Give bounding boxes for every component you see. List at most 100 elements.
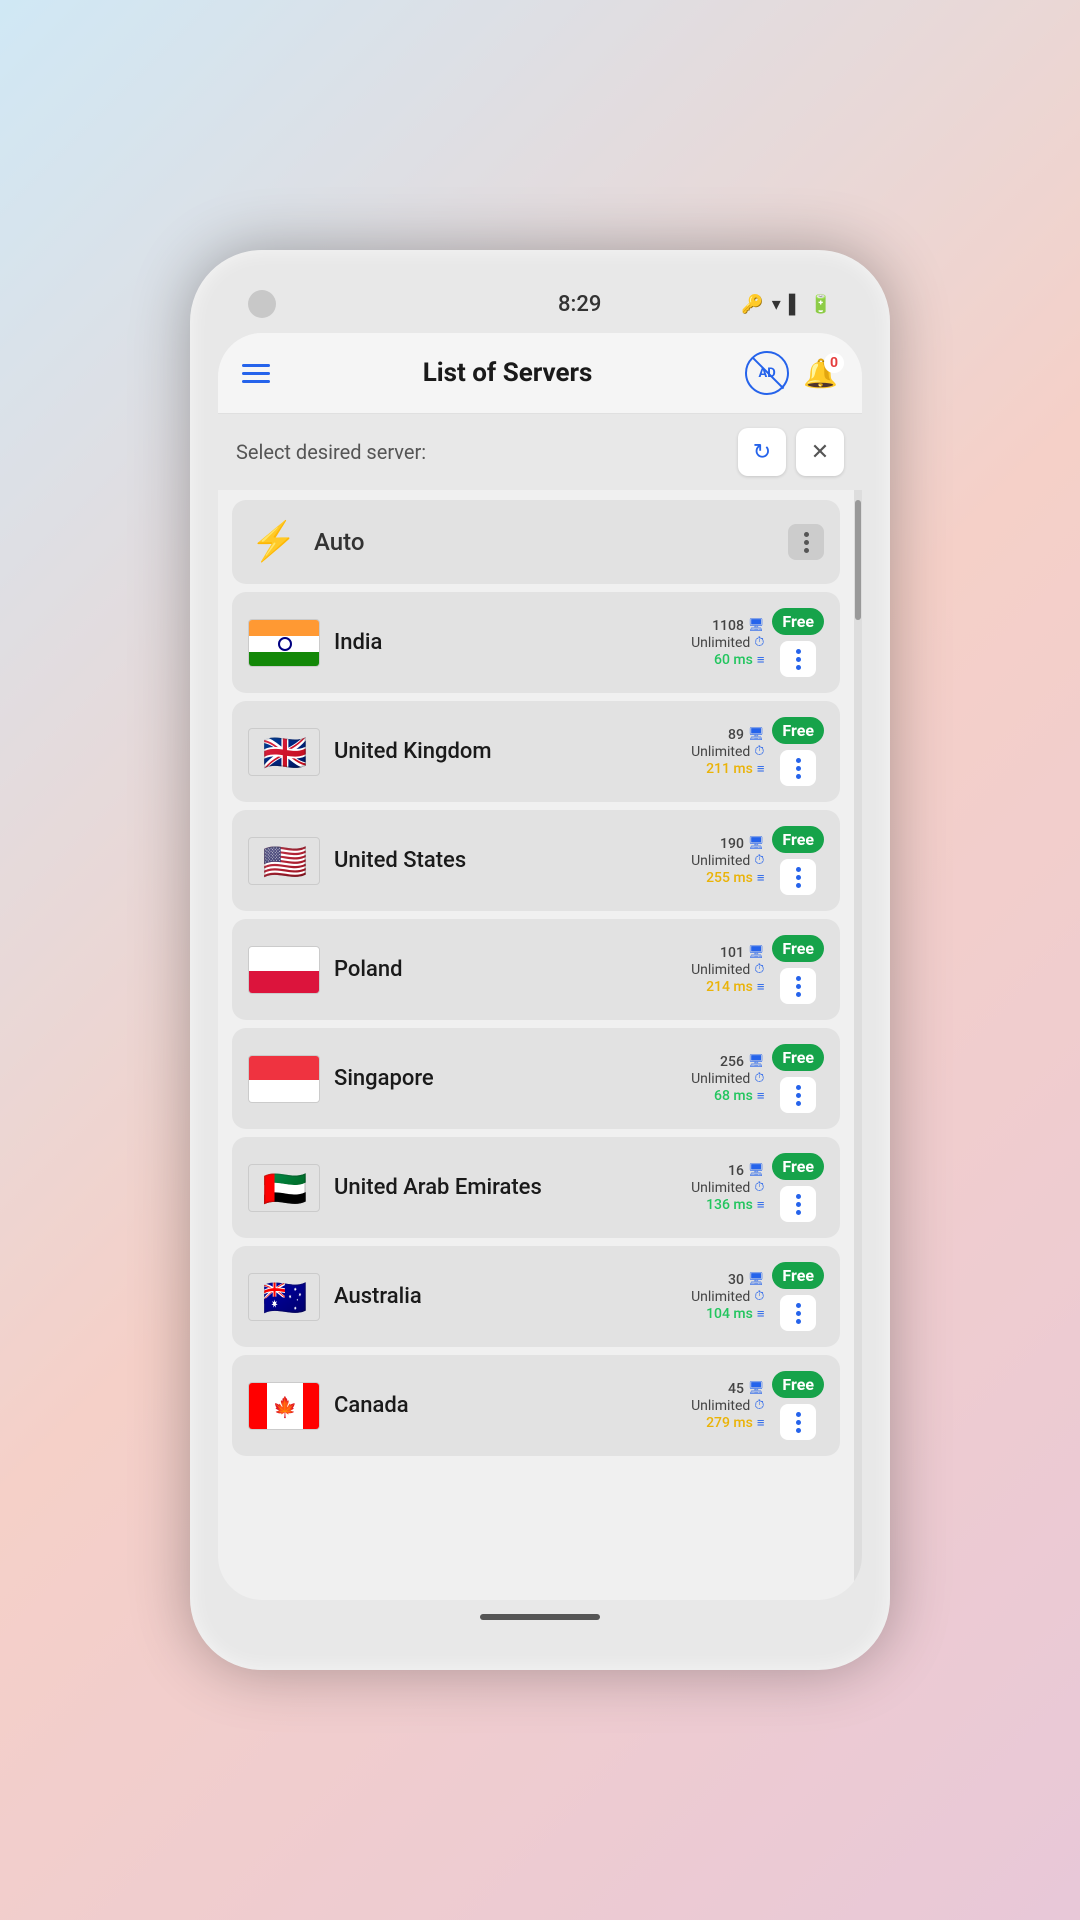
clock-icon-uk: ⏱ [754, 744, 764, 759]
monitor-icon-us: 🖥 [748, 836, 765, 851]
flag-us: 🇺🇸 [248, 837, 320, 885]
monitor-icon-uae: 🖥 [748, 1163, 765, 1178]
free-badge-uae: Free [772, 1153, 824, 1180]
more-button-poland[interactable] [780, 968, 816, 1004]
more-button-sg[interactable] [780, 1077, 816, 1113]
server-name-uk: United Kingdom [334, 739, 492, 764]
server-right-poland: 101 🖥 Unlimited ⏱ 214 ms ≡ [691, 935, 824, 1004]
more-button-au[interactable] [780, 1295, 816, 1331]
status-icons: 🔑 ▾ ▌ 🔋 [741, 294, 832, 315]
server-right-singapore: 256 🖥 Unlimited ⏱ 68 ms ≡ [691, 1044, 824, 1113]
server-right-uk: 89 🖥 Unlimited ⏱ 211 ms ≡ [691, 717, 824, 786]
auto-more-button[interactable] [788, 524, 824, 560]
server-name-australia: Australia [334, 1284, 422, 1309]
dot-1 [804, 532, 809, 537]
refresh-button[interactable]: ↻ [738, 428, 786, 476]
server-list: ⚡ Auto [218, 490, 854, 1600]
dot-2 [804, 540, 809, 545]
clock-icon: ⏱ [754, 635, 764, 650]
server-icon-poland: ≡ [757, 979, 765, 995]
server-item-us[interactable]: 🇺🇸 United States 190 🖥 Unlimited [232, 810, 840, 911]
clock-icon-ca: ⏱ [754, 1398, 764, 1413]
server-right-us: 190 🖥 Unlimited ⏱ 255 ms ≡ [691, 826, 824, 895]
wifi-icon: ▾ [772, 294, 781, 315]
flag-india [248, 619, 320, 667]
header-actions: AD 🔔 0 [745, 351, 838, 395]
flag-canada: 🍁 [248, 1382, 320, 1430]
filter-label: Select desired server: [236, 440, 426, 464]
close-button[interactable]: ✕ [796, 428, 844, 476]
menu-button[interactable] [242, 364, 270, 383]
hamburger-line-3 [242, 380, 270, 383]
time-display: 8:29 [558, 292, 601, 317]
server-name-poland: Poland [334, 957, 403, 982]
more-button-uk[interactable] [780, 750, 816, 786]
free-badge-poland: Free [772, 935, 824, 962]
monitor-icon-sg: 🖥 [748, 1054, 765, 1069]
server-icon-au: ≡ [757, 1306, 765, 1322]
server-list-wrapper: ⚡ Auto [218, 490, 862, 1600]
camera [248, 290, 276, 318]
server-item-poland[interactable]: Poland 101 🖥 Unlimited ⏱ [232, 919, 840, 1020]
server-item-australia[interactable]: 🇦🇺 Australia 30 🖥 Unlimited ⏱ [232, 1246, 840, 1347]
server-item-singapore[interactable]: Singapore 256 🖥 Unlimited ⏱ [232, 1028, 840, 1129]
notification-badge: 0 [824, 353, 844, 373]
clock-icon-au: ⏱ [754, 1289, 764, 1304]
auto-server-item[interactable]: ⚡ Auto [232, 500, 840, 584]
clock-icon-us: ⏱ [754, 853, 764, 868]
monitor-icon-uk: 🖥 [748, 727, 765, 742]
more-button-uae[interactable] [780, 1186, 816, 1222]
page-title: List of Servers [423, 358, 593, 388]
stats-india: 1108 🖥 Unlimited ⏱ 60 ms ≡ [691, 618, 764, 668]
refresh-icon: ↻ [753, 440, 771, 465]
free-badge-au: Free [772, 1262, 824, 1289]
more-button-us[interactable] [780, 859, 816, 895]
ad-block-button[interactable]: AD [745, 351, 789, 395]
flag-poland [248, 946, 320, 994]
stats-australia: 30 🖥 Unlimited ⏱ 104 ms ≡ [691, 1272, 764, 1322]
free-badge-uk: Free [772, 717, 824, 744]
server-name-uae: United Arab Emirates [334, 1175, 542, 1200]
stats-us: 190 🖥 Unlimited ⏱ 255 ms ≡ [691, 836, 764, 886]
flag-singapore [248, 1055, 320, 1103]
close-icon: ✕ [811, 440, 829, 465]
free-badge-us: Free [772, 826, 824, 853]
monitor-icon: 🖥 [748, 618, 765, 633]
app-screen: List of Servers AD 🔔 0 Select desired se… [218, 333, 862, 1600]
filter-actions: ↻ ✕ [738, 428, 844, 476]
clock-icon-sg: ⏱ [754, 1071, 764, 1086]
server-item-canada[interactable]: 🍁 Canada 45 🖥 Unlimit [232, 1355, 840, 1456]
home-button[interactable] [480, 1614, 600, 1620]
auto-icon: ⚡ [248, 516, 300, 568]
more-button-ca[interactable] [780, 1404, 816, 1440]
monitor-icon-poland: 🖥 [748, 945, 765, 960]
clock-icon-poland: ⏱ [754, 962, 764, 977]
app-header: List of Servers AD 🔔 0 [218, 333, 862, 414]
phone-shell: 8:29 🔑 ▾ ▌ 🔋 List of Servers AD [190, 250, 890, 1670]
server-item-uk[interactable]: 🇬🇧 United Kingdom 89 🖥 Unlimited [232, 701, 840, 802]
stats-uk: 89 🖥 Unlimited ⏱ 211 ms ≡ [691, 727, 764, 777]
free-badge-ca: Free [772, 1371, 824, 1398]
battery-icon: 🔋 [810, 294, 832, 315]
server-right-australia: 30 🖥 Unlimited ⏱ 104 ms ≡ [691, 1262, 824, 1331]
ad-block-slash [752, 357, 785, 390]
server-item-uae[interactable]: 🇦🇪 United Arab Emirates 16 🖥 Unlimited [232, 1137, 840, 1238]
clock-icon-uae: ⏱ [754, 1180, 764, 1195]
flag-uk: 🇬🇧 [248, 728, 320, 776]
server-right-uae: 16 🖥 Unlimited ⏱ 136 ms ≡ [691, 1153, 824, 1222]
server-icon: ≡ [757, 652, 765, 668]
more-button-india[interactable] [780, 641, 816, 677]
server-name-singapore: Singapore [334, 1066, 434, 1091]
scroll-indicator [854, 490, 862, 1600]
auto-server-name: Auto [314, 528, 774, 556]
server-name-us: United States [334, 848, 466, 873]
notification-button[interactable]: 🔔 0 [803, 357, 838, 390]
stats-canada: 45 🖥 Unlimited ⏱ 279 ms ≡ [691, 1381, 764, 1431]
server-item-india[interactable]: India 1108 🖥 Unlimited ⏱ [232, 592, 840, 693]
flag-uae: 🇦🇪 [248, 1164, 320, 1212]
free-badge-sg: Free [772, 1044, 824, 1071]
hamburger-line-2 [242, 372, 270, 375]
server-icon-uk: ≡ [757, 761, 765, 777]
dot-3 [804, 548, 809, 553]
server-right-india: 1108 🖥 Unlimited ⏱ 60 ms ≡ [691, 608, 824, 677]
